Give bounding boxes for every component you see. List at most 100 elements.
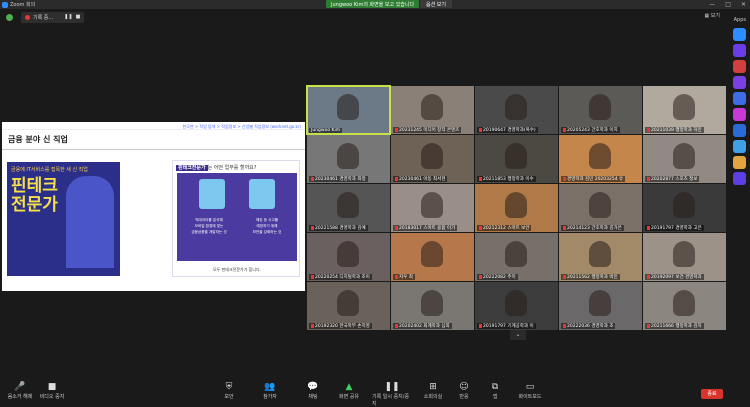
participant-name: 20211666 행정학과 김지 [645,323,704,329]
reactions-icon: ☺ [459,382,469,392]
participant-tile[interactable]: 20221588 경영학과 김예 [307,184,390,232]
app-5-icon[interactable] [732,92,746,105]
muted-mic-icon [647,225,650,230]
participant-tile[interactable]: 20202402 회계학과 심희 [391,282,474,330]
participant-tile[interactable]: 20230461 아동 최서현 [391,135,474,183]
card-graphic [199,179,225,209]
meeting-info-bar: 기록 중... ❚❚ ■ [0,9,750,25]
muted-mic-icon [395,274,398,279]
view-mode-button[interactable]: ▦ 보기 [704,12,720,19]
apps-button[interactable]: ⧉ 앱 [475,382,515,400]
participant-tile[interactable]: 20230461 경영학과 최정 [307,135,390,183]
participant-tile[interactable]: 20220254 디지털학과 조이 [307,233,390,281]
participant-tile[interactable]: 20211562 행정학과 박민 [559,233,642,281]
app-8-icon[interactable] [732,140,746,153]
participant-tile[interactable]: Jungwoo Kim [306,85,391,135]
pause-record-icon[interactable]: ❚❚ [64,14,72,20]
participant-name-text: 20192097 보건 경영학과 [651,275,702,280]
minimize-button[interactable]: — [709,1,715,8]
end-meeting-button[interactable]: 종료 [701,389,723,399]
maximize-button[interactable]: □ [725,1,731,8]
participant-tile[interactable]: 20211039 행정학과 허민 [643,86,726,134]
app-3-icon[interactable] [732,60,746,73]
participant-tile[interactable]: 20191797 기계공학과 이 [475,282,558,330]
participant-name-text: 20192320 한국학부 손지영 [315,324,370,329]
muted-mic-icon [563,323,566,328]
participant-name: 20190647 경영학과(복수) [477,127,538,133]
participant-name-text: 20214123 간호학과 김가은 [567,226,622,231]
participant-tile[interactable]: 20192097 보건 경영학과 [643,233,726,281]
app-10-icon[interactable] [732,172,746,185]
window-title: Zoom 회의 [10,2,36,8]
muted-mic-icon [311,323,314,328]
muted-mic-icon [647,323,650,328]
muted-mic-icon [479,176,482,181]
participant-video [421,290,443,316]
gallery-page-toggle[interactable]: ⌄ [510,330,526,340]
participant-tile[interactable]: 20183017 스마트 융합 이가 [391,184,474,232]
poster2-line: 금융상품을 개발하는 것 [191,230,227,234]
participant-video [421,94,443,120]
participant-name: 20205243 간호학과 이지 [561,127,620,133]
security-button[interactable]: ⛨ 보안 [209,382,249,400]
participant-tile[interactable]: 20231245 미디어 창작 콘텐츠 [391,86,474,134]
pause-recording-label: 기록 일시 중지/중지 [372,394,410,407]
share-label: 화면 공유 [339,394,359,400]
participants-button[interactable]: 👥 참가자 [250,382,290,400]
participant-tile[interactable]: 20222082 주미 [475,233,558,281]
muted-mic-icon [395,323,398,328]
video-button[interactable]: ■ 비디오 중지 [32,382,72,400]
fintech-info-poster: 핀테크전문가 는 어떤 업무를 할까요? 빅데이터를 분석해 모바일 환경에 맞는… [172,160,300,277]
pause-recording-button[interactable]: ❚❚ 기록 일시 중지/중지 [372,382,412,407]
participant-tile[interactable]: 20191797 경영학과 고은 [643,184,726,232]
participant-tile[interactable]: 경영학과 김민 20203254 유 [559,135,642,183]
participant-name: 20211562 행정학과 박민 [561,274,620,280]
breakout-icon: ⊞ [429,382,437,392]
participant-video [673,241,695,267]
video-icon: ■ [47,382,57,392]
participant-tile[interactable]: 20192320 한국학부 손지영 [307,282,390,330]
participant-name-text: 20191797 기계공학과 이 [483,324,534,329]
security-icon: ⛨ [225,382,233,392]
app-1-icon[interactable] [732,28,746,41]
poster2-illustration: 빅데이터를 분석해 모바일 환경에 맞는 금융상품을 개발하는 것 해킹 등 사… [177,173,297,261]
participant-tile[interactable]: 20211853 행정학과 이수 [475,135,558,183]
participant-name: 20191797 경영학과 고은 [645,225,704,231]
participant-tile[interactable]: 20190647 경영학과(복수) [475,86,558,134]
app-6-icon[interactable] [732,108,746,121]
whiteboard-label: 화이트보드 [518,394,542,400]
participant-tile[interactable]: 20211666 행정학과 김지 [643,282,726,330]
whiteboard-button[interactable]: ▭ 화이트보드 [510,382,550,400]
participant-name: 20212312 스마트 보안 [477,225,532,231]
participant-tile[interactable]: 20214123 간호학과 김가은 [559,184,642,232]
muted-mic-icon [563,274,566,279]
participant-video [337,192,359,218]
screen-share-banner: Jungwoo Kim의 화면을 보고 있습니다 [326,0,420,8]
app-9-icon[interactable] [732,156,746,169]
muted-mic-icon [311,225,314,230]
security-shield-icon[interactable] [6,13,13,21]
participant-video [673,94,695,120]
app-2-icon[interactable] [732,44,746,57]
apps-label: 앱 [492,394,498,400]
participant-tile[interactable]: 20212312 스마트 보안 [475,184,558,232]
participant-tile[interactable]: 20222036 경영학과 조 [559,282,642,330]
participant-tile[interactable]: 지우 최 [391,233,474,281]
participant-tile[interactable]: 20202877 스포츠 정보 [643,135,726,183]
participant-tile[interactable]: 20205243 간호학과 이지 [559,86,642,134]
participant-video [337,290,359,316]
participant-video [589,94,611,120]
app-4-icon[interactable] [732,76,746,89]
participant-name: 20192320 한국학부 손지영 [309,323,372,329]
whiteboard-icon: ▭ [525,382,535,392]
chat-button[interactable]: 💬 채팅 [293,382,333,400]
muted-mic-icon [395,176,398,181]
app-7-icon[interactable] [732,124,746,137]
poster2-line: 보안을 강화하는 것 [252,230,282,234]
participant-name-text: 20211562 행정학과 박민 [567,275,618,280]
close-button[interactable]: ✕ [741,1,746,8]
stop-record-icon[interactable]: ■ [76,14,81,20]
view-options-button[interactable]: 옵션 보기 [420,0,452,8]
share-button[interactable]: ▲ 화면 공유 [329,382,369,400]
participant-name-text: 20221588 경영학과 김예 [315,226,366,231]
